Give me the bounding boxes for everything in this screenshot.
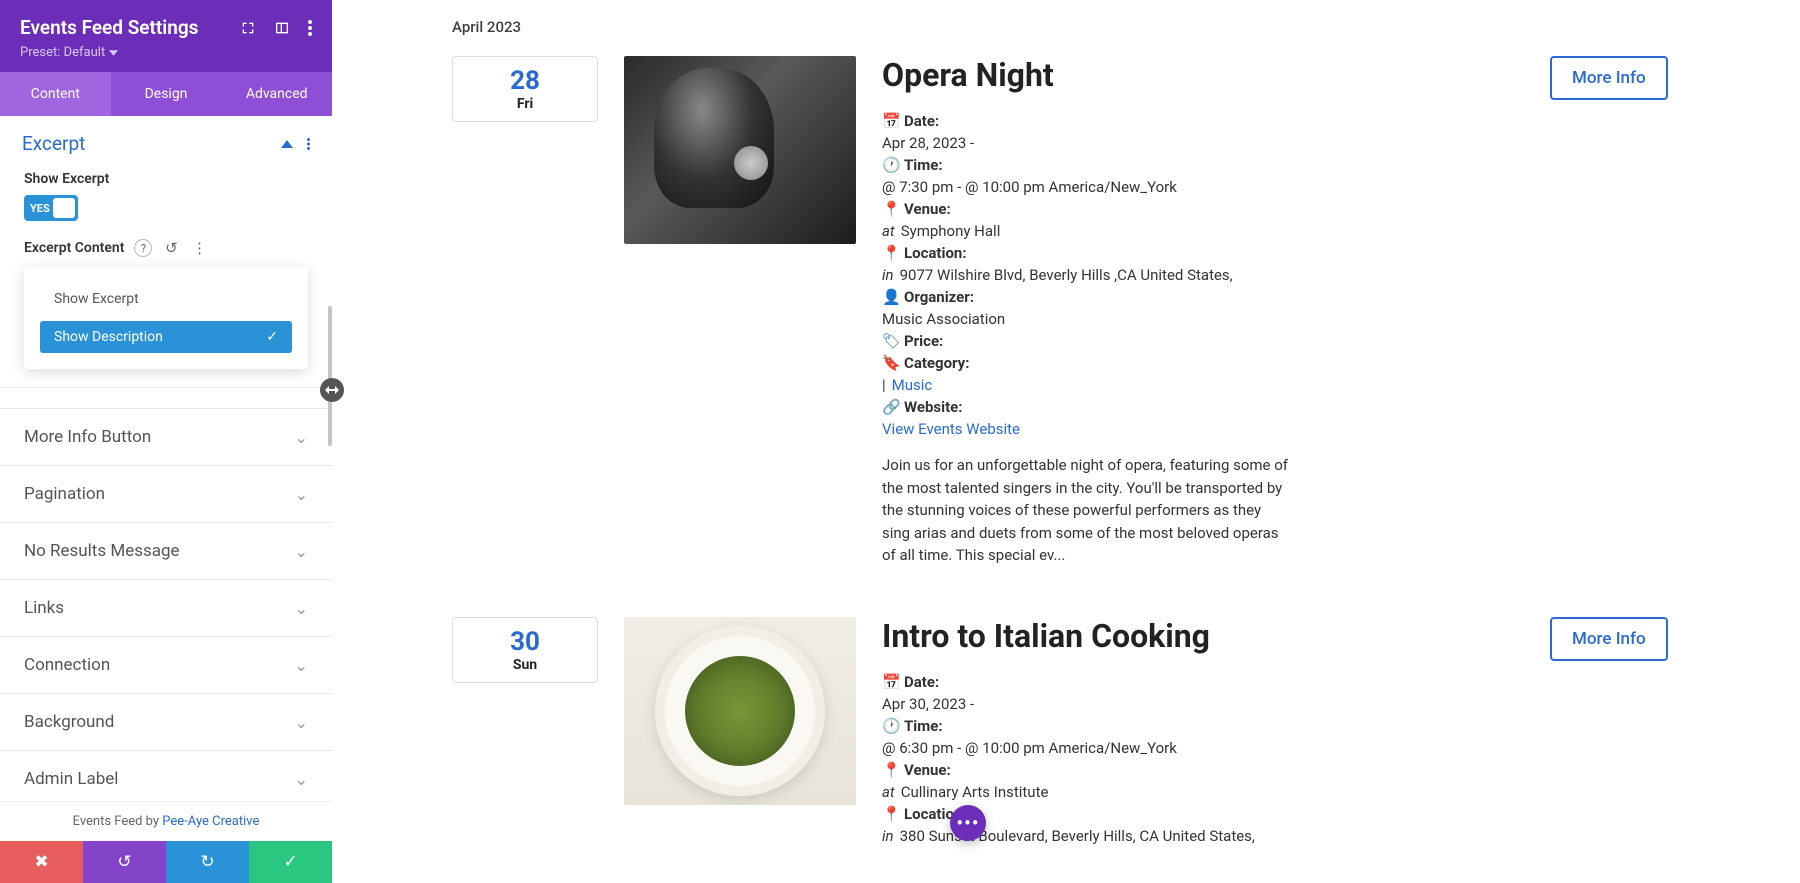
dots-icon: ••• [956,813,979,833]
kebab-icon[interactable] [307,137,310,151]
floating-action-button[interactable]: ••• [950,805,986,841]
reset-icon[interactable]: ↺ [162,239,180,257]
tag-icon: 🏷 [882,332,898,350]
date-day: Fri [517,96,533,112]
excerpt-content-label: Excerpt Content [24,240,124,256]
calendar-icon: 📅 [882,112,898,130]
sidebar-tabs: Content Design Advanced [0,72,332,116]
section-more-info-button[interactable]: More Info Button⌄ [0,408,332,465]
section-connection[interactable]: Connection⌄ [0,636,332,693]
calendar-icon: 📅 [882,673,898,691]
person-icon: 👤 [882,288,898,306]
pin-icon: 📍 [882,805,898,823]
pin-icon: 📍 [882,761,898,779]
month-header: April 2023 [452,18,1680,36]
preset-select[interactable]: Preset: Default [20,45,312,60]
option-show-excerpt[interactable]: Show Excerpt [40,283,292,315]
pin-icon: 📍 [882,200,898,218]
section-background[interactable]: Background⌄ [0,693,332,750]
show-excerpt-label: Show Excerpt [24,171,308,187]
link-icon: 🔗 [882,398,898,416]
tab-advanced[interactable]: Advanced [221,72,332,116]
save-button[interactable]: ✓ [249,841,332,883]
section-excerpt: Excerpt Show Excerpt YES Excerpt Content… [0,116,332,388]
event-card: 30 Sun Intro to Italian Cooking 📅Date: A… [452,617,1680,849]
expand-icon[interactable] [240,20,256,36]
check-icon: ✓ [266,329,278,345]
event-title: Opera Night [882,56,1524,94]
section-excerpt-title: Excerpt [22,132,85,155]
panel-icon[interactable] [274,20,290,36]
event-title: Intro to Italian Cooking [882,617,1524,655]
date-number: 30 [510,627,540,657]
chevron-up-icon [281,140,293,148]
event-image [624,617,856,805]
undo-icon: ↺ [117,852,131,872]
section-pagination[interactable]: Pagination⌄ [0,465,332,522]
option-show-description[interactable]: Show Description ✓ [40,321,292,353]
chevron-down-icon: ⌄ [295,770,308,789]
pin-icon: 📍 [882,244,898,262]
bookmark-icon: 🔖 [882,354,898,372]
clock-icon: 🕐 [882,156,898,174]
chevron-down-icon: ⌄ [295,428,308,447]
date-number: 28 [510,66,540,96]
sidebar-title: Events Feed Settings [20,16,198,39]
date-card: 30 Sun [452,617,598,683]
more-info-button[interactable]: More Info [1550,56,1668,100]
tab-design[interactable]: Design [111,72,222,116]
section-links[interactable]: Links⌄ [0,579,332,636]
kebab-icon[interactable] [308,20,312,36]
chevron-down-icon: ⌄ [295,713,308,732]
chevron-down-icon: ⌄ [295,599,308,618]
kebab-icon[interactable]: ⋮ [190,239,208,257]
website-link[interactable]: View Events Website [882,420,1020,438]
sidebar-action-bar: ✖ ↺ ↻ ✓ [0,841,332,883]
chevron-down-icon: ⌄ [295,485,308,504]
event-image [624,56,856,244]
event-excerpt: Join us for an unforgettable night of op… [882,454,1292,567]
sidebar-footer: Events Feed by Pee-Aye Creative [0,801,332,841]
footer-link[interactable]: Pee-Aye Creative [162,814,259,829]
section-admin-label[interactable]: Admin Label⌄ [0,750,332,801]
redo-button[interactable]: ↻ [166,841,249,883]
sidebar-header: Events Feed Settings Preset: Default [0,0,332,72]
close-icon: ✖ [34,852,48,872]
more-info-button[interactable]: More Info [1550,617,1668,661]
preview-area: April 2023 28 Fri Opera Night 📅Date: Apr… [332,0,1800,883]
settings-sidebar: Events Feed Settings Preset: Default Con… [0,0,332,883]
sidebar-body: Excerpt Show Excerpt YES Excerpt Content… [0,116,332,801]
section-excerpt-header[interactable]: Excerpt [0,116,332,171]
date-card: 28 Fri [452,56,598,122]
help-icon[interactable]: ? [134,239,152,257]
chevron-down-icon: ⌄ [295,542,308,561]
event-card: 28 Fri Opera Night 📅Date: Apr 28, 2023 -… [452,56,1680,567]
date-day: Sun [513,657,537,673]
undo-button[interactable]: ↺ [83,841,166,883]
excerpt-content-dropdown: Show Excerpt Show Description ✓ [24,267,308,369]
category-link[interactable]: Music [892,376,933,394]
event-details: Opera Night 📅Date: Apr 28, 2023 - 🕐Time:… [882,56,1524,567]
show-excerpt-toggle[interactable]: YES [24,195,78,221]
chevron-down-icon: ⌄ [295,656,308,675]
section-no-results[interactable]: No Results Message⌄ [0,522,332,579]
clock-icon: 🕐 [882,717,898,735]
cancel-button[interactable]: ✖ [0,841,83,883]
redo-icon: ↻ [200,852,214,872]
check-icon: ✓ [283,852,297,872]
tab-content[interactable]: Content [0,72,111,116]
